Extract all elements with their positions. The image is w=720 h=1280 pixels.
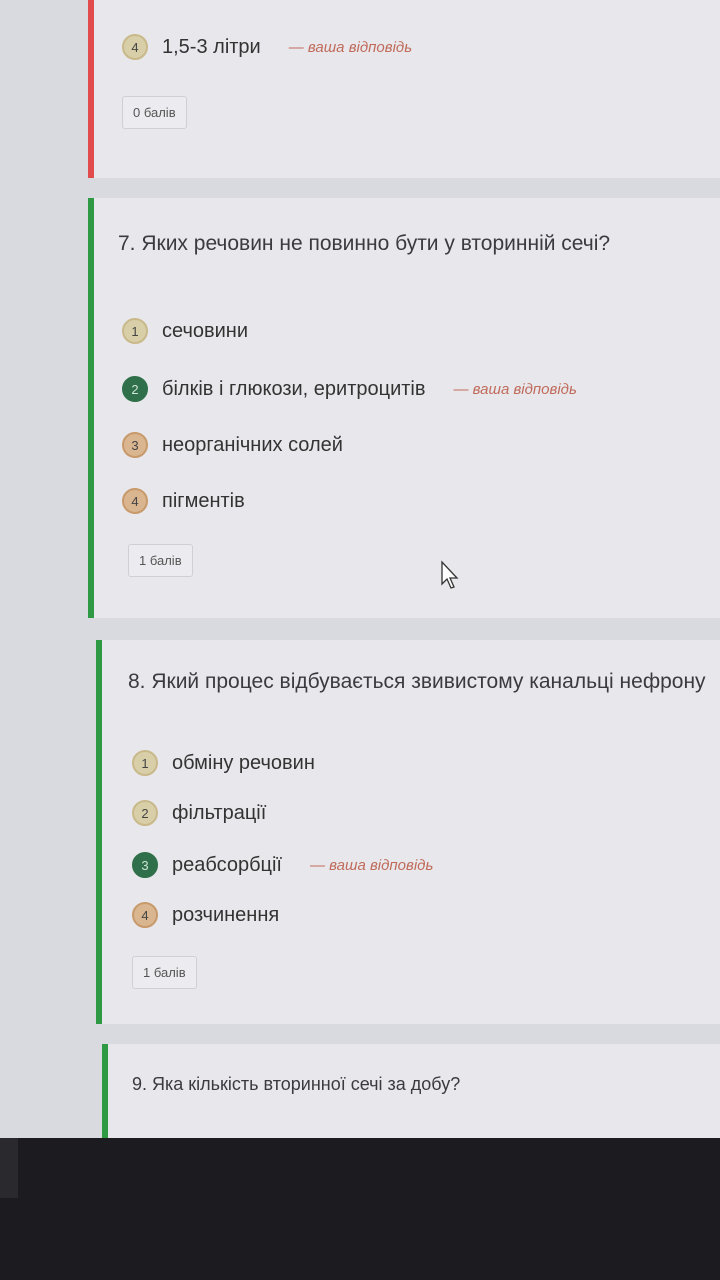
taskbar [0, 1138, 720, 1280]
answer-number-badge: 4 [132, 902, 158, 928]
answer-number-badge: 3 [132, 852, 158, 878]
question-card-9: 9. Яка кількість вторинної сечі за добу? [102, 1044, 720, 1140]
answer-number-badge: 3 [122, 432, 148, 458]
answer-option: 2 фільтрації [132, 800, 266, 826]
answer-text: реабсорбції [172, 853, 282, 876]
answer-option: 3 неорганічних солей [122, 432, 343, 458]
answer-option: 1 сечовини [122, 318, 248, 344]
question-card-8: 8. Який процес відбувається звивистому к… [96, 640, 720, 1024]
answer-text: розчинення [172, 903, 280, 926]
question-title: 8. Який процес відбувається звивистому к… [128, 670, 706, 693]
correct-stripe [102, 1044, 108, 1140]
answer-option: 1 обміну речовин [132, 750, 315, 776]
points-badge: 0 балів [122, 96, 187, 129]
answer-option: 4 розчинення [132, 902, 279, 928]
taskbar-edge [0, 1138, 18, 1198]
answer-text: білків і глюкози, еритроцитів [162, 377, 426, 400]
answer-text: обміну речовин [172, 751, 315, 774]
answer-number-badge: 1 [132, 750, 158, 776]
question-title: 7. Яких речовин не повинно бути у вторин… [118, 232, 611, 255]
correct-stripe [88, 198, 94, 618]
question-card-7: 7. Яких речовин не повинно бути у вторин… [88, 198, 720, 618]
answer-text: фільтрації [172, 801, 267, 824]
question-title: 9. Яка кількість вторинної сечі за добу? [132, 1074, 461, 1094]
answer-option: 4 пігментів [122, 488, 245, 514]
answer-text: неорганічних солей [162, 433, 343, 456]
incorrect-stripe [88, 0, 94, 178]
your-answer-label: — ваша відповідь [453, 380, 577, 398]
answer-number-badge: 4 [122, 488, 148, 514]
answer-number-badge: 2 [122, 376, 148, 402]
answer-text: пігментів [162, 489, 245, 512]
points-badge: 1 балів [128, 544, 193, 577]
answer-number-badge: 2 [132, 800, 158, 826]
points-badge: 1 балів [132, 956, 197, 989]
answer-option: 4 1,5-3 літри — ваша відповідь [122, 34, 412, 60]
question-card-6: 4 1,5-3 літри — ваша відповідь 0 балів [88, 0, 720, 178]
answer-option-selected: 2 білків і глюкози, еритроцитів — ваша в… [122, 376, 577, 402]
correct-stripe [96, 640, 102, 1024]
your-answer-label: — ваша відповідь [309, 856, 434, 874]
your-answer-label: — ваша відповідь [288, 38, 413, 56]
answer-text: сечовини [162, 319, 249, 342]
answer-option-selected: 3 реабсорбції — ваша відповідь [132, 852, 433, 878]
answer-text: 1,5-3 літри [162, 35, 261, 58]
answer-number-badge: 1 [122, 318, 148, 344]
answer-number-badge: 4 [122, 34, 148, 60]
mouse-pointer-icon [441, 560, 459, 589]
